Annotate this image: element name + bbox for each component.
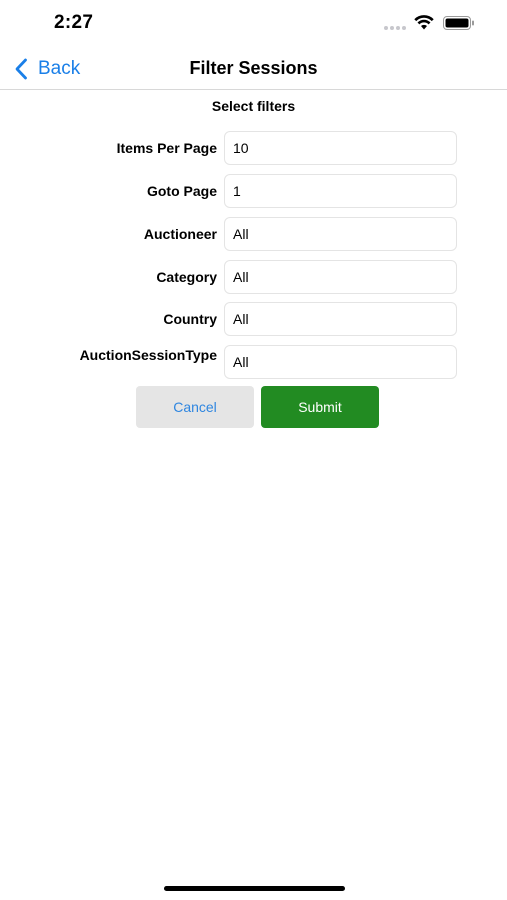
filter-row-country: Country xyxy=(0,302,507,336)
status-time: 2:27 xyxy=(54,12,94,33)
submit-button[interactable]: Submit xyxy=(261,386,379,428)
home-indicator[interactable] xyxy=(164,886,345,891)
auctioneer-input[interactable] xyxy=(224,217,457,251)
filter-row-goto-page: Goto Page xyxy=(0,174,507,208)
wifi-icon xyxy=(414,15,434,30)
goto-page-input[interactable] xyxy=(224,174,457,208)
navigation-bar: Back Filter Sessions xyxy=(0,48,507,90)
page-title: Filter Sessions xyxy=(189,58,318,78)
country-label: Country xyxy=(163,311,217,327)
auction-session-type-input[interactable] xyxy=(224,345,457,379)
filter-row-auction-session-type: AuctionSessionType xyxy=(0,345,507,379)
status-bar: 2:27 xyxy=(0,0,507,48)
signal-icon xyxy=(384,26,408,30)
battery-icon xyxy=(443,16,474,30)
filter-row-category: Category xyxy=(0,260,507,294)
section-title: Select filters xyxy=(211,98,296,114)
category-label: Category xyxy=(156,269,217,285)
cancel-button[interactable]: Cancel xyxy=(136,386,254,428)
filter-row-auctioneer: Auctioneer xyxy=(0,217,507,251)
items-per-page-input[interactable] xyxy=(224,131,457,165)
goto-page-label: Goto Page xyxy=(146,183,217,199)
auction-session-type-label: AuctionSessionType xyxy=(79,347,217,363)
items-per-page-label: Items Per Page xyxy=(116,140,217,156)
filter-row-items-per-page: Items Per Page xyxy=(0,131,507,165)
category-input[interactable] xyxy=(224,260,457,294)
country-input[interactable] xyxy=(224,302,457,336)
auctioneer-label: Auctioneer xyxy=(143,226,217,242)
